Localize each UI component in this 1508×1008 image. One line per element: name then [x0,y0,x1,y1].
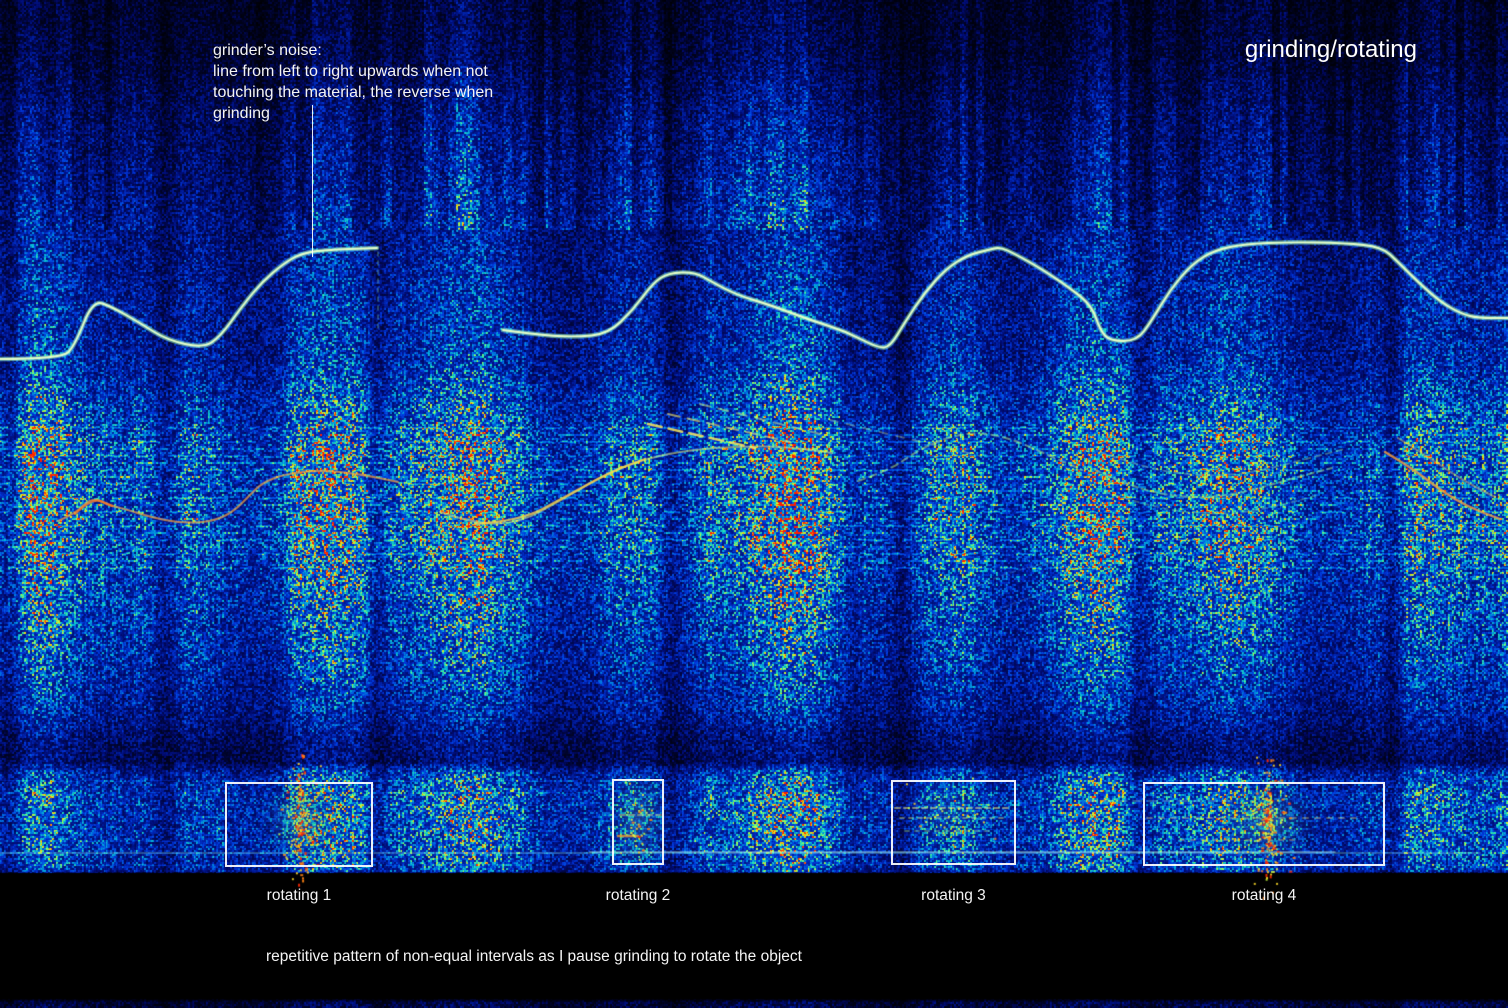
roi-box-rotating-3 [891,780,1016,865]
roi-label-rotating-2: rotating 2 [606,887,671,905]
roi-box-rotating-1 [225,782,373,867]
figure-caption: repetitive pattern of non-equal interval… [266,948,802,966]
spectrogram-figure: grinder’s noise: line from left to right… [0,0,1508,1008]
roi-box-rotating-2 [612,779,664,865]
annotation-pointer-line [312,105,313,257]
figure-title: grinding/rotating [1245,36,1417,64]
grinder-noise-annotation: grinder’s noise: line from left to right… [213,40,493,124]
roi-label-rotating-4: rotating 4 [1232,887,1297,905]
roi-label-rotating-1: rotating 1 [267,887,332,905]
roi-label-rotating-3: rotating 3 [921,887,986,905]
roi-box-rotating-4 [1143,782,1385,866]
